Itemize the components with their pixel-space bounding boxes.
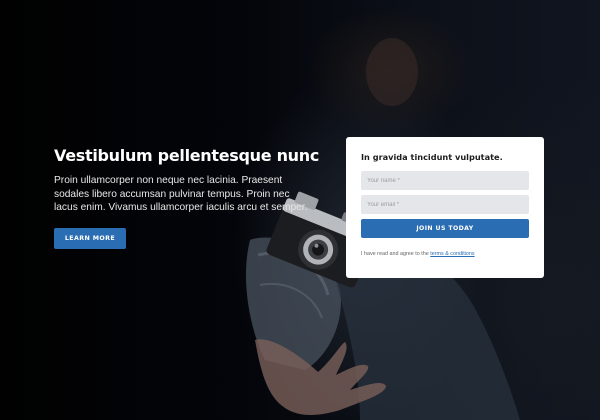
hero-title: Vestibulum pellentesque nunc — [54, 146, 320, 165]
email-input[interactable] — [361, 195, 529, 214]
learn-more-button[interactable]: LEARN MORE — [54, 227, 126, 249]
hero-description: Proin ullamcorper non neque nec lacinia.… — [54, 175, 308, 213]
consent-text: I have read and agree to the terms & con… — [361, 251, 529, 257]
name-input[interactable] — [361, 171, 529, 190]
terms-link[interactable]: terms & conditions — [430, 251, 474, 257]
join-us-button[interactable]: JOIN US TODAY — [361, 219, 529, 238]
signup-form-card: In gravida tincidunt vulputate. JOIN US … — [346, 137, 544, 278]
form-title: In gravida tincidunt vulputate. — [361, 152, 503, 162]
hero-copy: Vestibulum pellentesque nunc Proin ullam… — [54, 146, 320, 249]
consent-prefix: I have read and agree to the — [361, 251, 429, 257]
hero-section: Vestibulum pellentesque nunc Proin ullam… — [0, 0, 600, 420]
